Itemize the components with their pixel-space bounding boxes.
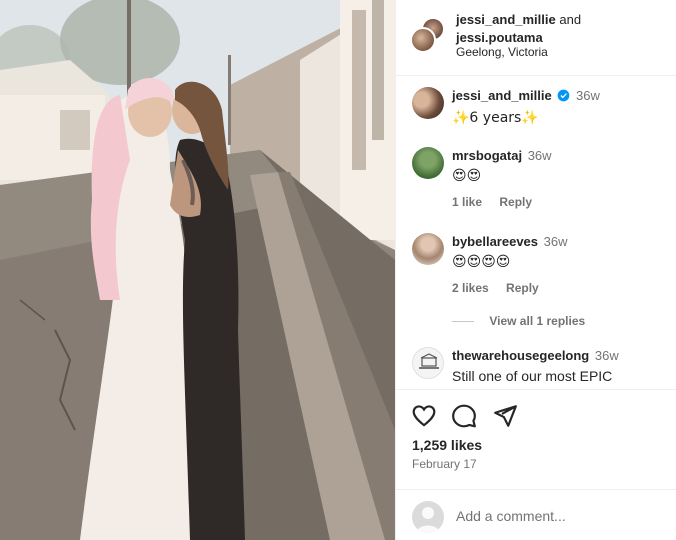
verified-badge-icon bbox=[557, 89, 570, 107]
comment-text: 😍😍 bbox=[452, 168, 482, 184]
comment-username[interactable]: mrsbogataj bbox=[452, 148, 522, 163]
reply-button[interactable]: Reply bbox=[506, 281, 539, 295]
view-replies-button[interactable]: View all 1 replies bbox=[452, 314, 585, 328]
avatar[interactable] bbox=[412, 233, 444, 265]
avatar[interactable] bbox=[412, 87, 444, 119]
comment-username[interactable]: bybellareeves bbox=[452, 234, 538, 249]
add-comment-bar bbox=[396, 489, 676, 540]
comment-time: 36w bbox=[527, 148, 552, 163]
store-logo-icon bbox=[419, 353, 439, 369]
view-replies-label: View all 1 replies bbox=[489, 314, 586, 328]
comment-likes[interactable]: 1 like bbox=[452, 195, 482, 209]
comments-list[interactable]: jessi_and_millie 36w ✨6 years✨ mrsbogata… bbox=[396, 77, 676, 388]
post-side-panel: jessi_and_millie and jessi.poutama Geelo… bbox=[395, 0, 676, 540]
comment-time: 36w bbox=[594, 348, 619, 363]
comment-username[interactable]: jessi_and_millie bbox=[452, 88, 552, 103]
reply-button[interactable]: Reply bbox=[499, 195, 532, 209]
post-date: February 17 bbox=[412, 457, 477, 471]
speech-bubble-icon[interactable] bbox=[451, 403, 477, 429]
heart-icon[interactable] bbox=[411, 403, 437, 429]
add-comment-input[interactable] bbox=[456, 508, 656, 524]
paper-plane-icon[interactable] bbox=[492, 403, 518, 429]
comment-meta: 2 likes Reply bbox=[452, 281, 553, 295]
comment-text: ✨6 years✨ bbox=[452, 110, 539, 126]
avatar[interactable] bbox=[412, 347, 444, 379]
author-username[interactable]: jessi_and_millie bbox=[456, 12, 556, 27]
wedding-photo-illustration bbox=[0, 0, 395, 540]
user-avatar-icon bbox=[412, 501, 444, 533]
comment-text: 😍😍😍😍 bbox=[452, 254, 511, 270]
comment-likes[interactable]: 2 likes bbox=[452, 281, 489, 295]
avatar[interactable] bbox=[412, 147, 444, 179]
comment-time: 36w bbox=[575, 88, 600, 103]
comment-text: Still one of our most EPIC bbox=[452, 368, 613, 384]
coauthor-username[interactable]: jessi.poutama bbox=[456, 30, 543, 45]
post-photo[interactable] bbox=[0, 0, 395, 540]
author-avatar[interactable] bbox=[410, 27, 436, 53]
post-authors: jessi_and_millie and jessi.poutama bbox=[456, 11, 666, 47]
divider bbox=[452, 321, 474, 323]
likes-count[interactable]: 1,259 likes bbox=[412, 437, 482, 453]
comment-username[interactable]: thewarehousegeelong bbox=[452, 348, 589, 363]
post-location[interactable]: Geelong, Victoria bbox=[456, 45, 548, 59]
comment-time: 36w bbox=[543, 234, 568, 249]
post-header: jessi_and_millie and jessi.poutama Geelo… bbox=[396, 0, 676, 76]
authors-joiner: and bbox=[559, 12, 582, 27]
comment-meta: 1 like Reply bbox=[452, 195, 546, 209]
post-actions: 1,259 likes February 17 bbox=[396, 389, 676, 499]
